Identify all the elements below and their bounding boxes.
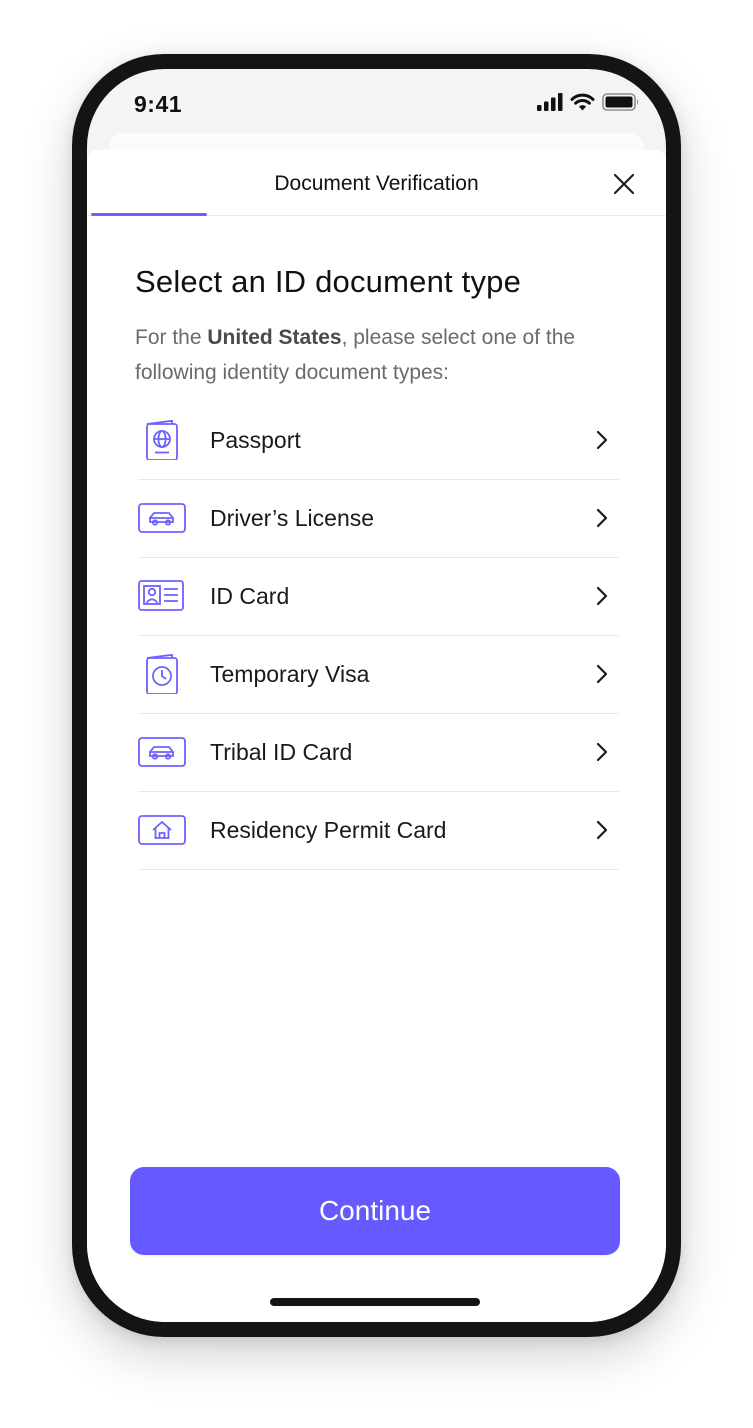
- chevron-right-icon: [596, 508, 608, 528]
- chevron-right-icon: [596, 430, 608, 450]
- home-indicator: [270, 1298, 480, 1306]
- sheet-header: Document Verification: [87, 150, 666, 216]
- document-option-tribal-id-card[interactable]: Tribal ID Card: [138, 714, 619, 792]
- document-label: Residency Permit Card: [210, 817, 447, 843]
- progress-indicator: [91, 213, 207, 216]
- document-label: Tribal ID Card: [210, 739, 353, 765]
- status-icons: [537, 93, 640, 111]
- document-option-passport[interactable]: Passport: [138, 402, 619, 480]
- document-option-residency-permit-card[interactable]: Residency Permit Card: [138, 792, 619, 870]
- battery-icon: [602, 93, 639, 111]
- document-label: Temporary Visa: [210, 661, 370, 687]
- document-label: ID Card: [210, 583, 290, 609]
- status-bar: 9:41: [87, 69, 666, 139]
- country-name: United States: [207, 326, 342, 349]
- document-option-id-card[interactable]: ID Card: [138, 558, 619, 636]
- close-icon[interactable]: [612, 172, 636, 196]
- phone-screen: 9:41 Document Verification Select an ID …: [87, 69, 666, 1322]
- id-card-icon: [138, 580, 184, 611]
- header-title: Document Verification: [274, 172, 479, 195]
- wifi-icon: [570, 93, 595, 111]
- car-card-icon: [138, 503, 186, 533]
- car-card-icon: [138, 737, 186, 767]
- visa-clock-icon: [146, 654, 178, 694]
- passport-icon: [146, 420, 178, 460]
- document-label: Driver’s License: [210, 505, 375, 531]
- page-subtitle: For the United States, please select one…: [135, 326, 576, 384]
- chevron-right-icon: [596, 742, 608, 762]
- chevron-right-icon: [596, 820, 608, 840]
- verification-sheet: Document Verification Select an ID docum…: [87, 150, 666, 1322]
- document-label: Passport: [210, 427, 301, 453]
- document-option-temporary-visa[interactable]: Temporary Visa: [138, 636, 619, 714]
- phone-frame: 9:41 Document Verification Select an ID …: [72, 54, 681, 1337]
- cellular-signal-icon: [537, 93, 563, 111]
- chevron-right-icon: [596, 664, 608, 684]
- status-time: 9:41: [134, 91, 183, 117]
- document-option-drivers-license[interactable]: Driver’s License: [138, 480, 619, 558]
- document-type-list: Passport Driver’s License ID Card Tempor…: [138, 402, 619, 870]
- chevron-right-icon: [596, 586, 608, 606]
- house-card-icon: [138, 815, 186, 845]
- continue-button[interactable]: Continue: [130, 1167, 620, 1255]
- page-title: Select an ID document type: [135, 264, 522, 299]
